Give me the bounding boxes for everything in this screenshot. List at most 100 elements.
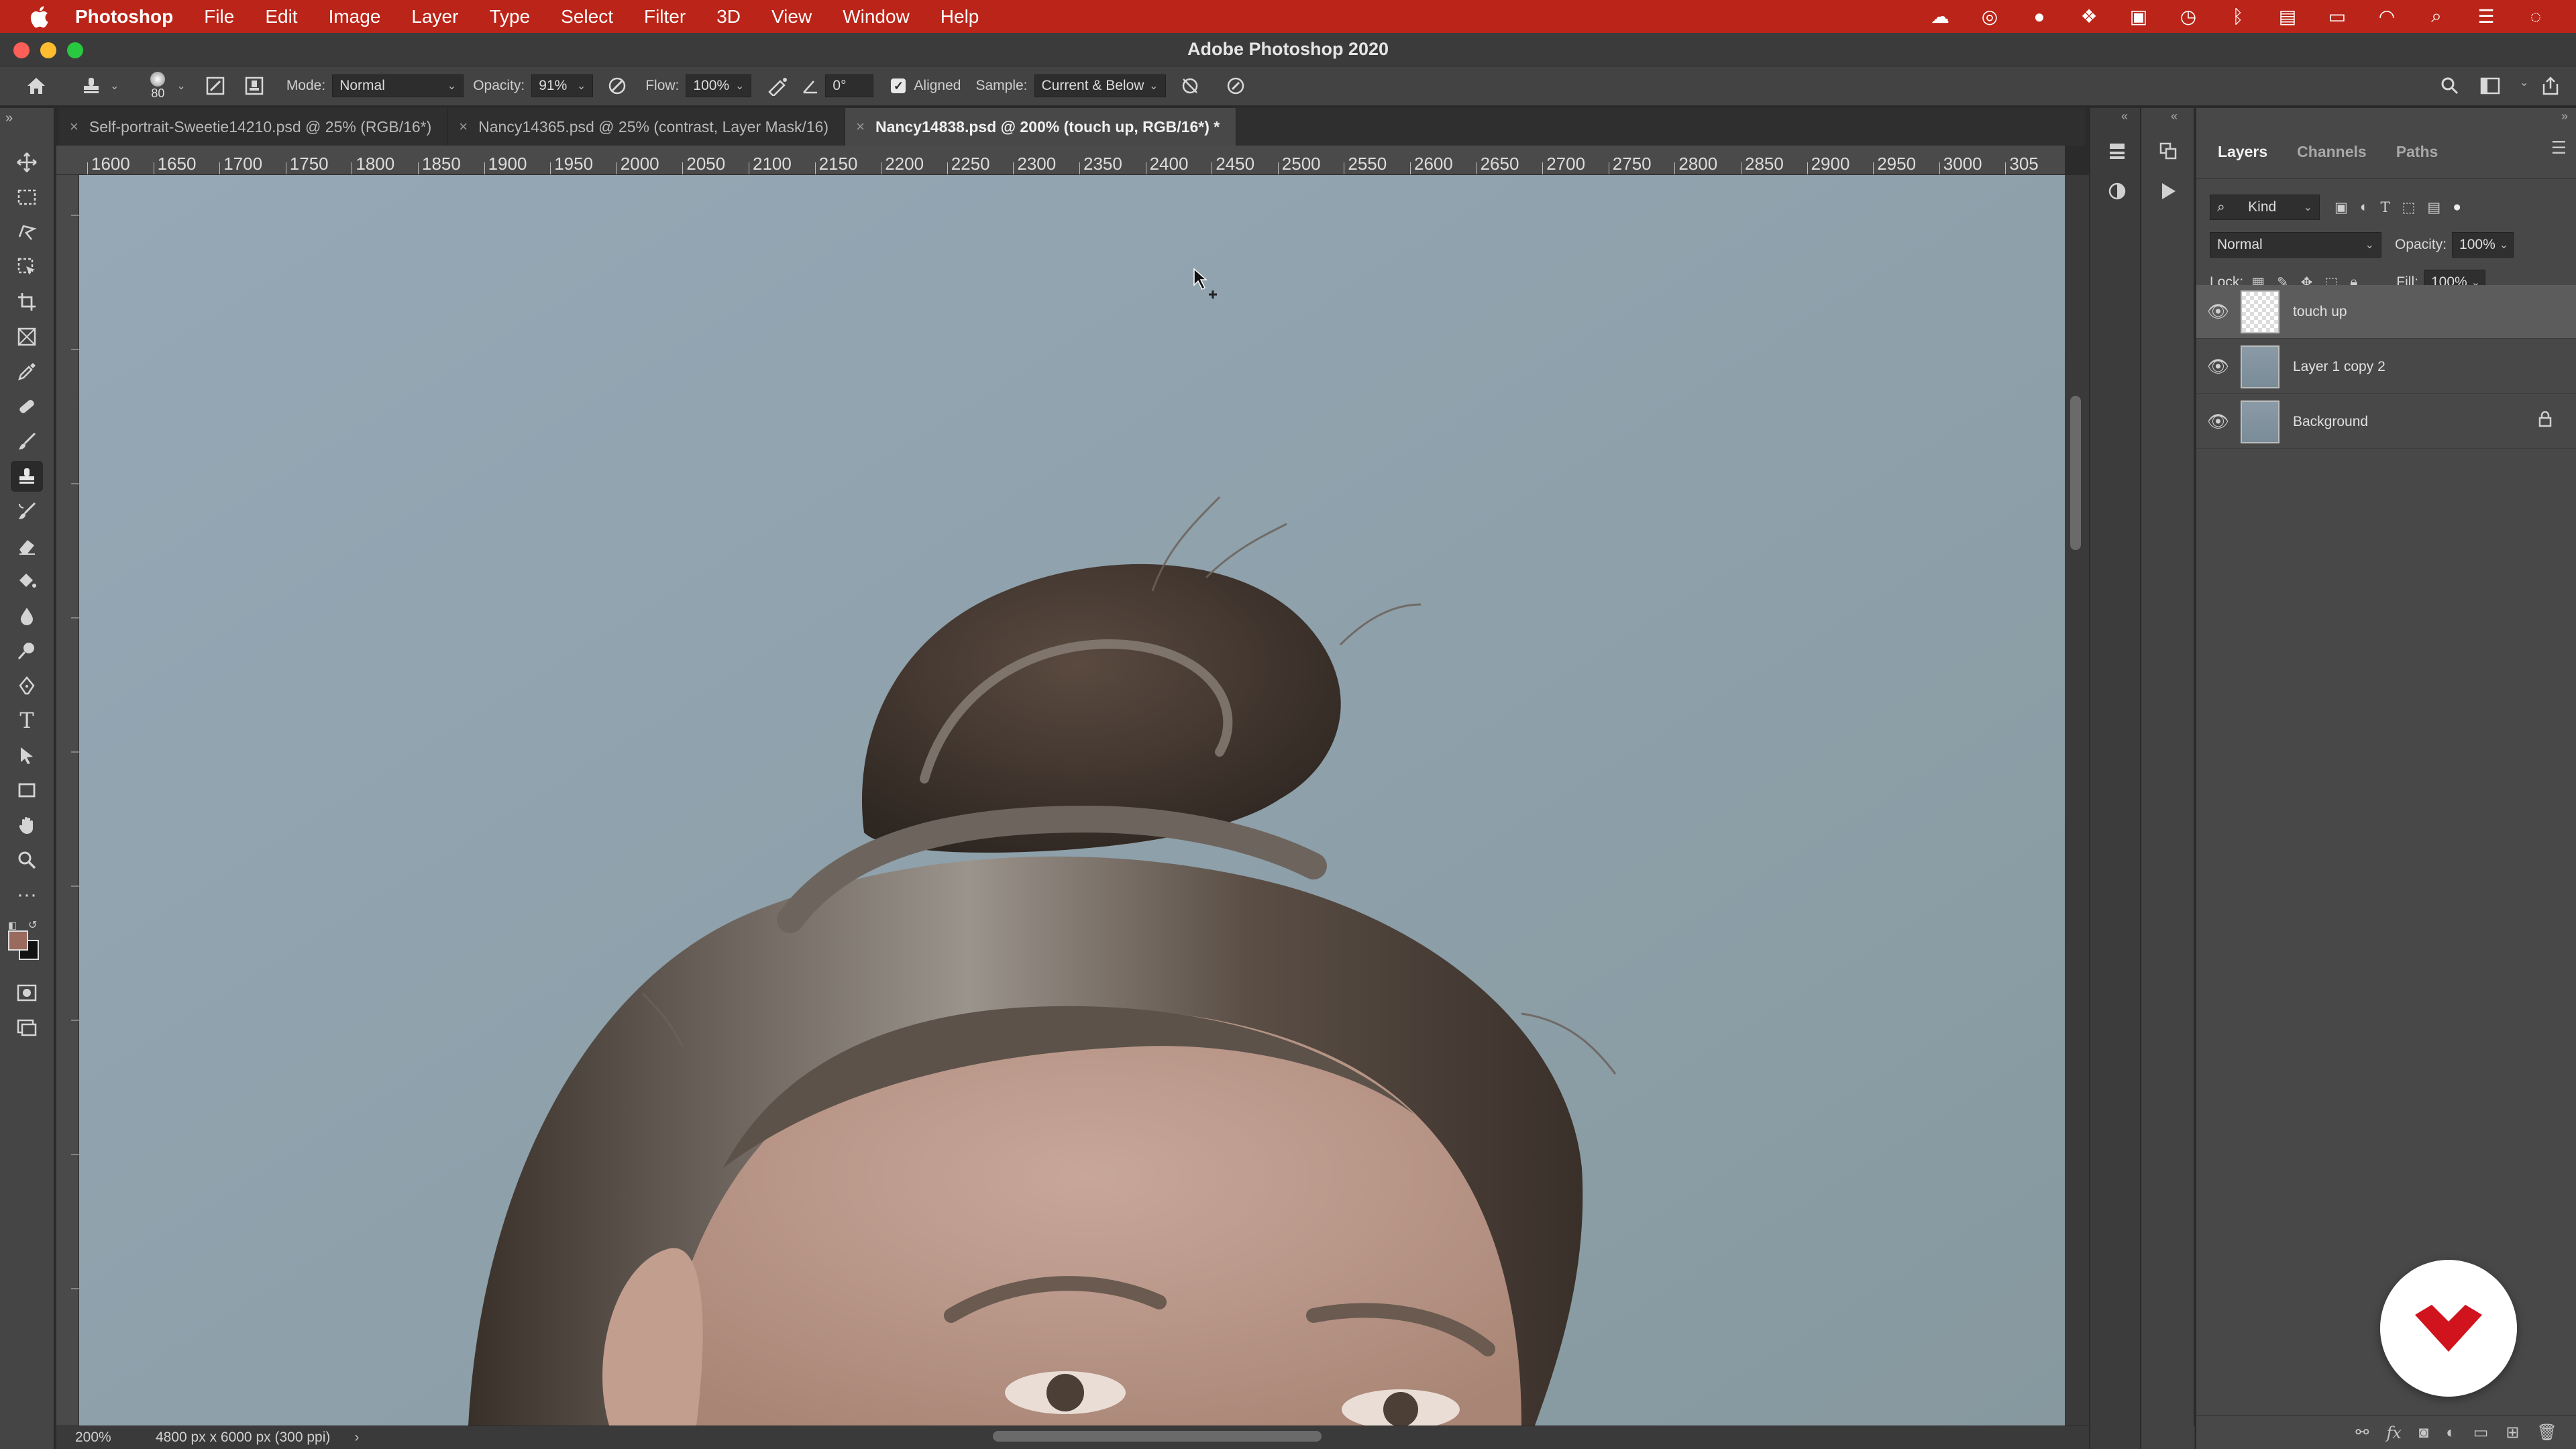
minimize-window-button[interactable] xyxy=(40,42,56,58)
layer-lock-icon[interactable] xyxy=(2538,411,2552,432)
toolbar-collapse-icon[interactable]: » xyxy=(5,111,13,126)
marquee-tool-icon[interactable] xyxy=(11,182,43,213)
layer-row-background[interactable]: 👁︎ Background xyxy=(2196,395,2576,449)
angle-field[interactable]: 0° xyxy=(825,74,874,97)
brush-tool-icon[interactable] xyxy=(11,426,43,457)
bluetooth-icon[interactable]: ᛒ xyxy=(2224,3,2251,30)
horizontal-ruler[interactable]: 1600 1650 1700 1750 1800 1850 1900 1950 2000 2050… xyxy=(79,146,2065,175)
dock-collapse-icon[interactable]: « xyxy=(2121,109,2128,123)
sample-select[interactable]: Current & Below ⌄ xyxy=(1034,74,1166,97)
workspace-chevron-icon[interactable]: ⌄ xyxy=(2520,76,2528,89)
pressure-size-icon[interactable] xyxy=(1221,71,1250,101)
dodge-tool-icon[interactable] xyxy=(11,635,43,666)
sync-icon[interactable]: ◎ xyxy=(1976,3,2003,30)
adjustments-panel-icon[interactable] xyxy=(2104,178,2131,205)
filter-adjustment-icon[interactable]: ◐ xyxy=(2360,199,2369,215)
tab-self-portrait[interactable]: × Self-portrait-Sweetie14210.psd @ 25% (… xyxy=(59,108,449,146)
menu-edit[interactable]: Edit xyxy=(265,6,297,28)
airbrush-icon[interactable] xyxy=(763,71,793,101)
document-dimensions[interactable]: 4800 px x 6000 px (300 ppi) xyxy=(156,1430,330,1446)
status-menu-chevron-icon[interactable]: › xyxy=(354,1430,359,1446)
rectangle-tool-icon[interactable] xyxy=(11,775,43,806)
layer-name[interactable]: Background xyxy=(2293,414,2368,430)
menu-filter[interactable]: Filter xyxy=(644,6,686,28)
dropbox-icon[interactable]: ❖ xyxy=(2076,3,2102,30)
clone-source-icon[interactable] xyxy=(239,71,269,101)
menu-view[interactable]: View xyxy=(771,6,812,28)
filter-pixel-icon[interactable]: ▣ xyxy=(2334,199,2348,216)
control-center-icon[interactable]: ☰ xyxy=(2473,3,2500,30)
vertical-scrollbar-thumb[interactable] xyxy=(2070,396,2081,550)
time-machine-icon[interactable]: ◷ xyxy=(2175,3,2202,30)
layer-style-fx-icon[interactable]: fx xyxy=(2386,1424,2401,1442)
close-tab-icon[interactable]: × xyxy=(459,118,468,136)
filter-type-icon[interactable]: T xyxy=(2381,199,2390,215)
screen-share-icon[interactable]: ▣ xyxy=(2125,3,2152,30)
brush-chevron-icon[interactable]: ⌄ xyxy=(176,79,185,93)
menu-app-photoshop[interactable]: Photoshop xyxy=(75,6,173,28)
vertical-scrollbar-track[interactable] xyxy=(2065,175,2089,1426)
workspace-icon[interactable] xyxy=(2475,71,2505,101)
filter-shape-icon[interactable]: ⬚ xyxy=(2402,199,2416,216)
tab-layers[interactable]: Layers xyxy=(2203,143,2282,178)
share-icon[interactable] xyxy=(2536,71,2565,101)
tab-nancy14365[interactable]: × Nancy14365.psd @ 25% (contrast, Layer … xyxy=(448,108,846,146)
move-tool-icon[interactable] xyxy=(11,147,43,178)
angle-icon[interactable] xyxy=(796,71,825,101)
new-layer-icon[interactable]: ⊞ xyxy=(2506,1423,2519,1442)
siri-icon[interactable]: ◌ xyxy=(2522,3,2549,30)
menu-window[interactable]: Window xyxy=(843,6,910,28)
properties-panel-icon[interactable] xyxy=(2104,138,2131,164)
filter-smart-object-icon[interactable]: ▤ xyxy=(2427,199,2440,216)
spotlight-search-icon[interactable]: ⌕ xyxy=(2423,3,2450,30)
preset-chevron-icon[interactable]: ⌄ xyxy=(110,79,119,93)
delete-layer-icon[interactable]: 🗑︎ xyxy=(2537,1423,2557,1442)
tab-nancy14838[interactable]: × Nancy14838.psd @ 200% (touch up, RGB/1… xyxy=(845,108,1237,146)
healing-brush-tool-icon[interactable] xyxy=(11,391,43,422)
flow-field[interactable]: 100% ⌄ xyxy=(686,74,752,97)
link-layers-icon[interactable]: ⚯ xyxy=(2355,1423,2369,1442)
close-tab-icon[interactable]: × xyxy=(856,118,865,136)
visibility-eye-icon[interactable]: 👁︎ xyxy=(2207,356,2238,377)
tab-paths[interactable]: Paths xyxy=(2381,143,2453,178)
frame-tool-icon[interactable] xyxy=(11,321,43,352)
quick-mask-icon[interactable] xyxy=(11,977,43,1008)
history-brush-tool-icon[interactable] xyxy=(11,496,43,527)
menu-3d[interactable]: 3D xyxy=(716,6,741,28)
clone-stamp-preset-icon[interactable] xyxy=(76,71,106,101)
aligned-checkbox[interactable]: ✓ xyxy=(891,78,906,93)
zoom-level[interactable]: 200% xyxy=(56,1430,129,1446)
lasso-tool-icon[interactable] xyxy=(11,217,43,248)
pen-tool-icon[interactable] xyxy=(11,670,43,701)
history-panel-icon[interactable] xyxy=(2155,138,2182,164)
foreground-color-swatch[interactable] xyxy=(8,930,28,951)
pressure-opacity-icon[interactable] xyxy=(602,71,632,101)
layer-row-touch-up[interactable]: 👁︎ touch up xyxy=(2196,285,2576,339)
layer-opacity-field[interactable]: 100% ⌄ xyxy=(2452,232,2514,258)
screen-mode-icon[interactable] xyxy=(11,1012,43,1043)
menu-file[interactable]: File xyxy=(204,6,234,28)
apple-menu-icon[interactable] xyxy=(25,3,52,30)
battery-icon[interactable]: ▭ xyxy=(2324,3,2351,30)
swap-colors-icon[interactable]: ↺ xyxy=(28,918,37,932)
menu-select[interactable]: Select xyxy=(561,6,613,28)
visibility-eye-icon[interactable]: 👁︎ xyxy=(2207,411,2238,432)
crop-tool-icon[interactable] xyxy=(11,286,43,317)
menu-layer[interactable]: Layer xyxy=(411,6,458,28)
blur-tool-icon[interactable] xyxy=(11,600,43,631)
actions-play-icon[interactable] xyxy=(2155,178,2182,205)
search-icon[interactable] xyxy=(2435,71,2465,101)
brush-size-picker[interactable]: 80 xyxy=(143,71,172,101)
new-adjustment-layer-icon[interactable]: ◐ xyxy=(2446,1424,2456,1442)
menu-help[interactable]: Help xyxy=(941,6,979,28)
zoom-tool-icon[interactable] xyxy=(11,845,43,875)
more-tools-icon[interactable]: ··· xyxy=(11,879,43,910)
app-badge-icon[interactable]: ● xyxy=(2026,3,2053,30)
ignore-adjustment-layers-icon[interactable] xyxy=(1175,71,1205,101)
filter-kind-select[interactable]: ⌕ Kind ⌄ xyxy=(2210,195,2320,220)
eraser-tool-icon[interactable] xyxy=(11,531,43,561)
object-selection-tool-icon[interactable] xyxy=(11,252,43,282)
document-canvas[interactable] xyxy=(79,175,2065,1426)
opacity-field[interactable]: 91% ⌄ xyxy=(531,74,594,97)
eyedropper-tool-icon[interactable] xyxy=(11,356,43,387)
